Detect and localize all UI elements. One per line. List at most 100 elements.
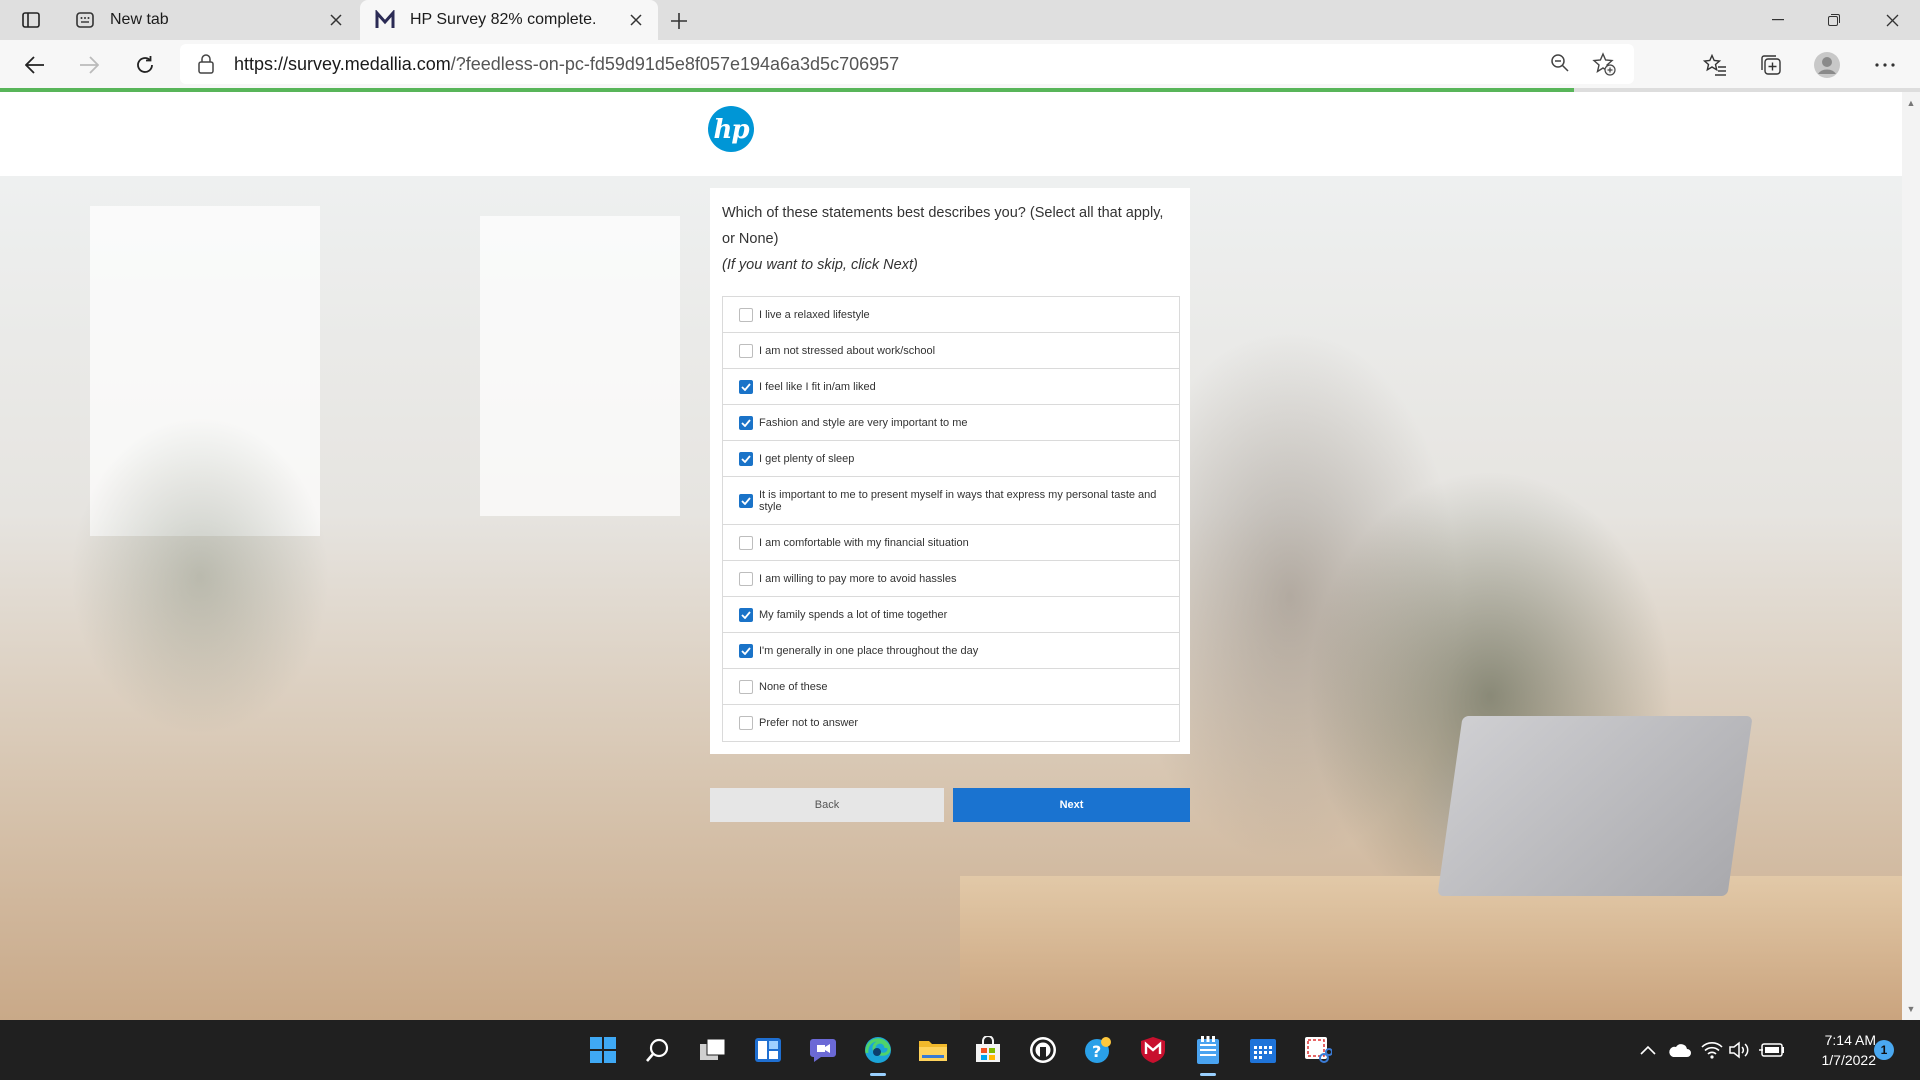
onedrive-cloud-icon[interactable] bbox=[1666, 1038, 1692, 1062]
tab-close-icon[interactable] bbox=[322, 6, 350, 34]
option-row[interactable]: I'm generally in one place throughout th… bbox=[723, 633, 1179, 669]
zoom-icon[interactable] bbox=[1550, 53, 1572, 75]
option-row[interactable]: None of these bbox=[723, 669, 1179, 705]
question-hint: (If you want to skip, click Next) bbox=[722, 257, 918, 273]
checkbox[interactable] bbox=[739, 343, 753, 358]
url-path: /?feedless-on-pc-fd59d91d5e8f057e194a6a3… bbox=[450, 54, 900, 74]
tab-close-icon[interactable] bbox=[622, 6, 650, 34]
mcafee-shield-icon[interactable] bbox=[1135, 1032, 1171, 1068]
lock-icon[interactable] bbox=[198, 54, 218, 74]
survey-card: Which of these statements best describes… bbox=[710, 188, 1190, 754]
address-bar[interactable]: https://survey.medallia.com/?feedless-on… bbox=[180, 44, 1634, 84]
system-clock[interactable]: 7:14 AM 1/7/2022 bbox=[1796, 1030, 1877, 1070]
checkbox[interactable] bbox=[739, 307, 753, 322]
page-scrollbar[interactable]: ▲ ▼ bbox=[1902, 92, 1920, 1020]
back-arrow-icon[interactable] bbox=[18, 48, 52, 82]
edge-browser-icon[interactable] bbox=[860, 1032, 896, 1076]
collections-icon[interactable] bbox=[1756, 50, 1786, 80]
checkbox[interactable] bbox=[739, 607, 753, 622]
option-label: I get plenty of sleep bbox=[759, 452, 855, 465]
checkbox[interactable] bbox=[739, 451, 753, 466]
question-label: Which of these statements best describes… bbox=[722, 205, 1164, 247]
more-options-icon[interactable] bbox=[1870, 50, 1900, 80]
search-icon[interactable] bbox=[640, 1032, 676, 1068]
option-row[interactable]: I feel like I fit in/am liked bbox=[723, 369, 1179, 405]
browser-tab-bar: New tab HP Survey 82% complete. bbox=[0, 0, 1920, 40]
tab-title: HP Survey 82% complete. bbox=[410, 11, 597, 28]
app-circle-icon[interactable] bbox=[1025, 1032, 1061, 1068]
forward-arrow-icon[interactable] bbox=[72, 48, 106, 82]
page-header: hp bbox=[0, 92, 1902, 176]
start-windows-icon[interactable] bbox=[585, 1032, 621, 1068]
checkbox[interactable] bbox=[739, 679, 753, 694]
option-row[interactable]: Prefer not to answer bbox=[723, 705, 1179, 741]
option-row[interactable]: Fashion and style are very important to … bbox=[723, 405, 1179, 441]
notepad-icon[interactable] bbox=[1190, 1032, 1226, 1076]
tab-new-tab[interactable]: New tab bbox=[60, 0, 358, 40]
laptop-decoration bbox=[1437, 716, 1753, 896]
option-row[interactable]: I am not stressed about work/school bbox=[723, 333, 1179, 369]
option-row[interactable]: I am willing to pay more to avoid hassle… bbox=[723, 561, 1179, 597]
add-favorite-star-icon[interactable] bbox=[1592, 52, 1616, 76]
scroll-down-icon[interactable]: ▼ bbox=[1906, 1004, 1916, 1014]
option-label: I am willing to pay more to avoid hassle… bbox=[759, 572, 957, 585]
get-help-icon[interactable]: ? bbox=[1080, 1032, 1116, 1068]
checkbox[interactable] bbox=[739, 643, 753, 658]
option-label: I am comfortable with my financial situa… bbox=[759, 536, 969, 549]
option-label: I feel like I fit in/am liked bbox=[759, 380, 876, 393]
checkbox[interactable] bbox=[739, 379, 753, 394]
minimize-icon[interactable] bbox=[1750, 0, 1806, 40]
checkbox[interactable] bbox=[739, 535, 753, 550]
table-decoration bbox=[960, 876, 1902, 1020]
option-label: I am not stressed about work/school bbox=[759, 344, 936, 357]
calendar-icon[interactable] bbox=[1245, 1032, 1281, 1068]
option-label: None of these bbox=[759, 680, 828, 693]
tab-actions-icon[interactable] bbox=[18, 8, 44, 32]
clock-date: 1/7/2022 bbox=[1821, 1052, 1877, 1068]
microsoft-store-icon[interactable] bbox=[970, 1032, 1006, 1068]
teams-chat-icon[interactable] bbox=[805, 1032, 841, 1068]
checkbox[interactable] bbox=[739, 493, 753, 508]
favorites-icon[interactable] bbox=[1700, 50, 1730, 80]
url-host: https://survey.medallia.com bbox=[234, 54, 451, 74]
battery-icon[interactable] bbox=[1758, 1038, 1786, 1062]
browser-toolbar: https://survey.medallia.com/?feedless-on… bbox=[0, 40, 1920, 88]
tab-title: New tab bbox=[110, 11, 169, 28]
checkbox[interactable] bbox=[739, 716, 753, 730]
option-row[interactable]: I live a relaxed lifestyle bbox=[723, 297, 1179, 333]
widgets-icon[interactable] bbox=[750, 1032, 786, 1068]
tab-hp-survey[interactable]: HP Survey 82% complete. bbox=[360, 0, 658, 40]
restore-icon[interactable] bbox=[1806, 0, 1862, 40]
new-tab-plus-icon[interactable] bbox=[664, 6, 694, 36]
notification-badge[interactable]: 1 bbox=[1874, 1040, 1894, 1060]
next-button[interactable]: Next bbox=[953, 788, 1190, 822]
hp-logo: hp bbox=[708, 106, 754, 152]
scroll-up-icon[interactable]: ▲ bbox=[1906, 98, 1916, 108]
volume-icon[interactable] bbox=[1728, 1038, 1752, 1062]
option-row[interactable]: It is important to me to present myself … bbox=[723, 477, 1179, 525]
snipping-tool-icon[interactable] bbox=[1300, 1032, 1336, 1068]
wifi-icon[interactable] bbox=[1700, 1038, 1724, 1062]
options-list: I live a relaxed lifestyle I am not stre… bbox=[722, 296, 1180, 742]
option-row[interactable]: I get plenty of sleep bbox=[723, 441, 1179, 477]
profile-avatar-icon[interactable] bbox=[1812, 50, 1842, 80]
file-explorer-icon[interactable] bbox=[915, 1032, 951, 1068]
clock-time: 7:14 AM bbox=[1824, 1032, 1876, 1048]
task-view-icon[interactable] bbox=[695, 1032, 731, 1068]
option-row[interactable]: I am comfortable with my financial situa… bbox=[723, 525, 1179, 561]
window-pane bbox=[480, 216, 680, 516]
page-viewport: hp Which of these statements best descri… bbox=[0, 92, 1902, 1020]
url-text: https://survey.medallia.com/?feedless-on… bbox=[234, 54, 899, 75]
medallia-favicon-icon bbox=[374, 9, 396, 31]
show-hidden-icons-chevron-icon[interactable] bbox=[1638, 1038, 1658, 1062]
close-window-icon[interactable] bbox=[1864, 0, 1920, 40]
option-label: Fashion and style are very important to … bbox=[759, 416, 968, 429]
refresh-icon[interactable] bbox=[128, 48, 162, 82]
option-row[interactable]: My family spends a lot of time together bbox=[723, 597, 1179, 633]
option-label: I live a relaxed lifestyle bbox=[759, 308, 870, 321]
checkbox[interactable] bbox=[739, 415, 753, 430]
option-label: It is important to me to present myself … bbox=[759, 488, 1157, 513]
windows-taskbar: ? 7:14 AM 1/7/2022 1 bbox=[0, 1020, 1920, 1080]
back-button[interactable]: Back bbox=[710, 788, 944, 822]
checkbox[interactable] bbox=[739, 571, 753, 586]
